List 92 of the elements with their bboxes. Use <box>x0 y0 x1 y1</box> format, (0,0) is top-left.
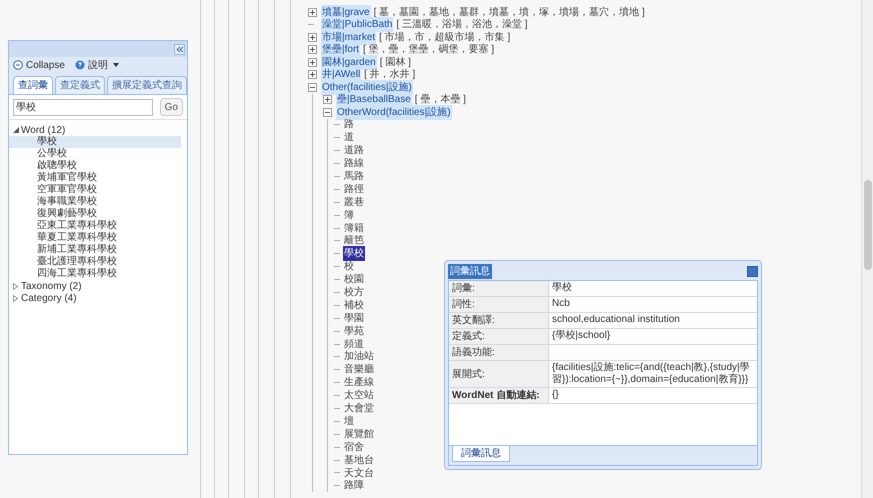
collapse-arrow-icon[interactable] <box>13 127 21 133</box>
word-list: [ 井，水井 ] <box>364 67 416 82</box>
list-item[interactable]: 學校 <box>9 136 181 148</box>
word-item[interactable]: 壇 <box>343 414 355 429</box>
word-item[interactable]: 校園 <box>343 272 365 288</box>
field-label: 展開式: <box>449 361 549 387</box>
minus-circle-icon <box>13 60 23 70</box>
word-item[interactable]: 加油站 <box>343 349 375 364</box>
scrollbar[interactable] <box>861 0 873 498</box>
word-item[interactable]: 路徑 <box>343 182 365 197</box>
collapse-panel-icon[interactable] <box>174 44 185 54</box>
expand-icon[interactable] <box>308 45 317 54</box>
expand-arrow-icon[interactable] <box>13 282 21 290</box>
word-item[interactable]: 路障 <box>343 478 365 494</box>
word-item[interactable]: 天文台 <box>343 466 375 480</box>
tab[interactable]: 詞彙訊息 <box>452 446 510 462</box>
close-icon[interactable] <box>747 266 758 276</box>
field-label: 英文翻譯: <box>449 313 549 328</box>
node-label[interactable]: 澡堂|PublicBath <box>321 17 394 32</box>
tab[interactable]: 擴展定義式查詢 <box>107 76 187 94</box>
word-list: [ 墓，墓園，墓地，墓群，墳墓，墳，塚，墳場，墓穴，墳地 ] <box>374 4 645 20</box>
word-item[interactable]: 道 <box>343 130 355 146</box>
tree-node-label[interactable]: Category (4) <box>21 290 77 306</box>
list-item[interactable]: 新埔工業專科學校 <box>9 244 181 256</box>
list-item[interactable]: 復興劇藝學校 <box>9 208 181 220</box>
word-item[interactable]: 基地台 <box>343 452 375 468</box>
word-item[interactable]: 學校 <box>343 246 365 262</box>
word-list: [ 三溫暖，浴場，浴池，澡堂 ] <box>396 17 528 32</box>
help-icon <box>74 60 85 70</box>
collapse-button[interactable]: Collapse <box>13 58 65 72</box>
tab[interactable]: 查定義式 <box>55 76 105 94</box>
list-item[interactable]: 臺北護理專科學校 <box>9 256 181 268</box>
word-item[interactable]: 馬路 <box>343 169 365 184</box>
word-item[interactable]: 校方 <box>343 285 365 300</box>
field-label: 語義功能: <box>449 345 549 360</box>
expand-icon[interactable] <box>308 70 317 80</box>
expand-icon[interactable] <box>308 8 317 17</box>
word-item[interactable]: 籬笆 <box>343 233 365 248</box>
field-value: {} <box>551 388 560 402</box>
field-value: 學校 <box>551 281 573 295</box>
word-item[interactable]: 叢巷 <box>343 194 365 210</box>
list-item[interactable]: 海事職業學校 <box>9 196 181 208</box>
collapse-icon[interactable] <box>323 108 332 117</box>
word-list: [ 壘，本壘 ] <box>414 92 466 108</box>
field-value: school,educational institution <box>551 313 681 327</box>
list-item[interactable]: 四海工業專科學校 <box>9 268 181 280</box>
expand-icon[interactable] <box>308 58 317 67</box>
list-item[interactable]: 黃埔軍官學校 <box>9 172 181 184</box>
list-item[interactable]: 華夏工業專科學校 <box>9 232 181 244</box>
go-button[interactable]: Go <box>160 98 183 116</box>
node-label[interactable]: OtherWord(facilities|設施) <box>336 104 452 120</box>
field-label: WordNet 自動連結: <box>449 388 549 403</box>
word-item[interactable]: 音樂廳 <box>343 362 375 378</box>
word-item[interactable]: 宿舍 <box>343 440 365 455</box>
word-item[interactable]: 簿 <box>343 208 355 223</box>
word-item[interactable]: 學園 <box>343 310 365 326</box>
word-list: [ 市場，市，超級市場，市集 ] <box>379 30 510 45</box>
list-item[interactable]: 亞東工業專科學校 <box>9 220 181 232</box>
word-item[interactable]: 路線 <box>343 156 365 172</box>
word-item[interactable]: 學苑 <box>343 324 365 339</box>
word-item[interactable]: 路 <box>343 117 355 132</box>
word-list: [ 園林 ] <box>380 54 411 70</box>
word-item[interactable]: 太空站 <box>343 388 375 404</box>
tree-node-label[interactable]: Taxonomy (2) <box>21 278 82 294</box>
word-item[interactable]: 展覽館 <box>343 426 375 442</box>
word-item[interactable]: 大會堂 <box>343 401 375 416</box>
list-item[interactable]: 啟聰學校 <box>9 160 181 172</box>
field-value: {學校|school} <box>551 329 612 343</box>
dialog-title: 詞彙訊息 <box>448 264 492 278</box>
word-item[interactable]: 道路 <box>343 143 365 158</box>
expand-arrow-icon[interactable] <box>13 294 21 302</box>
word-item[interactable]: 生產線 <box>343 375 375 390</box>
expand-icon[interactable] <box>323 95 332 104</box>
search-field[interactable]: 學校 <box>13 98 153 116</box>
field-label: 詞彙: <box>449 281 549 296</box>
tab[interactable]: 查詞彙 <box>13 76 53 94</box>
collapse-icon[interactable] <box>308 82 317 92</box>
word-item[interactable]: 補校 <box>343 298 365 313</box>
field-label: 詞性: <box>449 297 549 312</box>
list-item[interactable]: 空軍軍官學校 <box>9 184 181 196</box>
word-item[interactable]: 頻道 <box>343 336 365 352</box>
word-item[interactable]: 校 <box>343 259 355 274</box>
scrollbar-thumb[interactable] <box>864 180 872 270</box>
expand-icon[interactable] <box>308 32 317 42</box>
caret-icon <box>112 63 119 67</box>
list-item[interactable]: 公學校 <box>9 148 181 160</box>
word-item[interactable]: 簿籍 <box>343 220 365 236</box>
word-list: [ 堡，壘，堡壘，碉堡，要塞 ] <box>363 42 494 58</box>
field-label: 定義式: <box>449 329 549 344</box>
help-menu-button[interactable]: 說明 <box>74 58 119 72</box>
field-value: {facilities|設施:telic={and({teach|教},{study|學習}):location={~}},domain={education|教育}}} <box>551 361 751 387</box>
field-value: Ncb <box>551 297 571 311</box>
